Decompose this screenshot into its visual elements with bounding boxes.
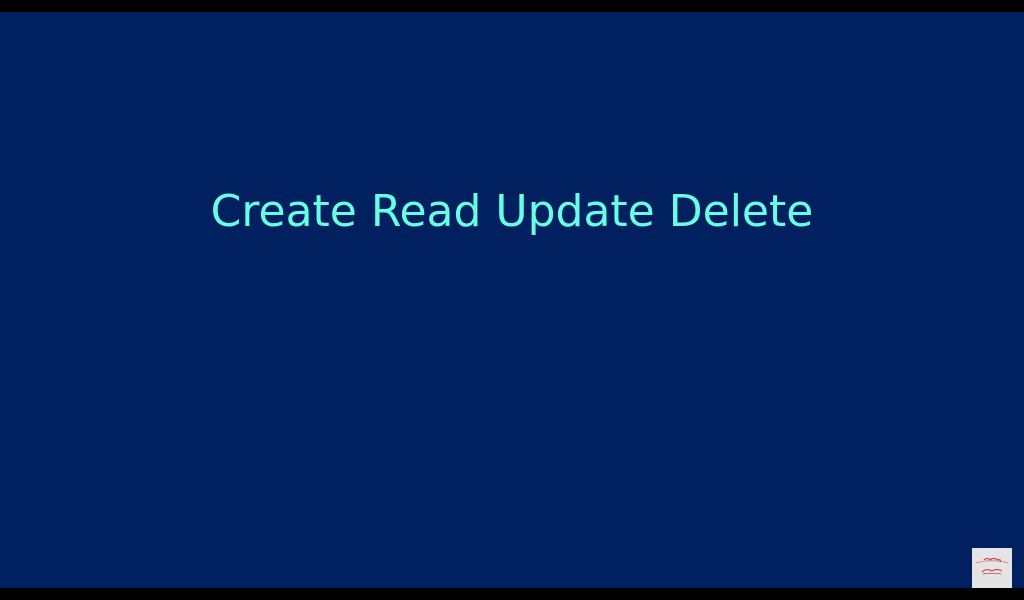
letterbox-bottom [0, 588, 1024, 600]
logo-icon [972, 548, 1012, 588]
channel-logo-watermark [972, 548, 1012, 588]
slide-title: Create Read Update Delete [210, 186, 814, 237]
presentation-slide: Create Read Update Delete [0, 12, 1024, 588]
letterbox-top [0, 0, 1024, 12]
